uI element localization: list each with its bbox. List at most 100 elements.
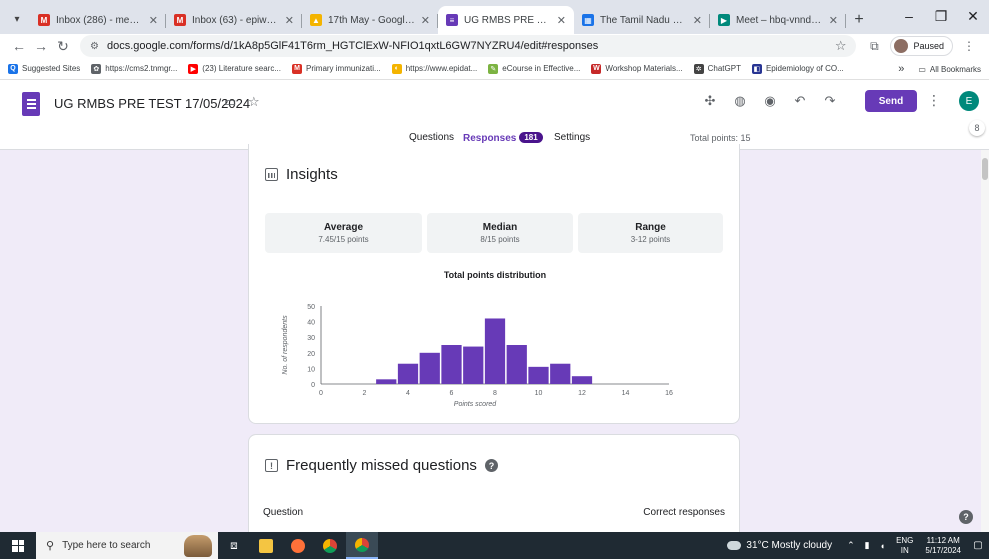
histogram-svg: Total points distribution 0 10 20 30 40 50 0 2 4 6… xyxy=(282,270,673,408)
bookmark-item[interactable]: ✿ https://cms2.tnmgr... xyxy=(91,63,177,74)
bookmark-star-icon[interactable]: ☆ xyxy=(835,38,847,54)
browser-tab[interactable]: M Inbox (286) - meeting@lib ✕ xyxy=(30,6,166,34)
chrome-active-icon[interactable] xyxy=(346,532,378,559)
notifications-icon[interactable]: ▢ xyxy=(967,540,989,551)
back-icon[interactable]: ← xyxy=(8,38,30,54)
volume-icon[interactable]: ◖ xyxy=(880,541,885,551)
y-tick-label: 40 xyxy=(307,320,315,327)
browser-tab[interactable]: M Inbox (63) - epiworkshop ✕ xyxy=(166,6,302,34)
histogram-bar xyxy=(506,345,527,384)
chrome-icon[interactable] xyxy=(314,532,346,559)
microphone-icon[interactable]: ▮ xyxy=(865,540,870,551)
search-highlight-image xyxy=(184,535,212,557)
move-folder-icon[interactable]: ▭ xyxy=(224,94,236,110)
bookmark-icon: ✲ xyxy=(693,63,704,74)
send-button[interactable]: Send xyxy=(865,90,917,112)
bookmark-item[interactable]: W Workshop Materials... xyxy=(591,63,683,74)
addon-puzzle-icon[interactable]: ✣ xyxy=(701,92,719,110)
x-tick-label: 14 xyxy=(622,390,630,397)
new-tab-button[interactable]: + xyxy=(846,6,872,34)
address-bar: ← → ↻ ⚙ docs.google.com/forms/d/1kA8p5Gl… xyxy=(0,34,989,58)
col-question: Question xyxy=(263,507,304,518)
star-icon[interactable]: ☆ xyxy=(248,94,260,110)
restore-icon[interactable]: ❐ xyxy=(925,0,957,32)
site-info-icon[interactable]: ⚙ xyxy=(90,41,99,52)
undo-icon[interactable]: ↶ xyxy=(791,92,809,110)
firefox-icon[interactable] xyxy=(282,532,314,559)
palette-icon[interactable]: ◍ xyxy=(731,92,749,110)
x-tick-label: 8 xyxy=(493,390,497,397)
bookmarks-overflow-icon[interactable]: » xyxy=(898,63,904,75)
minimize-icon[interactable]: – xyxy=(893,0,925,32)
close-tab-icon[interactable]: ✕ xyxy=(829,14,838,27)
bookmark-item[interactable]: ✎ eCourse in Effective... xyxy=(488,63,580,74)
bookmark-item[interactable]: ▶ (23) Literature searc... xyxy=(188,63,281,74)
clock[interactable]: 11:12 AM 5/17/2024 xyxy=(925,536,961,556)
user-avatar[interactable]: E xyxy=(959,91,979,111)
bookmark-label: ChatGPT xyxy=(707,64,741,73)
alert-icon: ! xyxy=(265,459,278,472)
bookmark-item[interactable]: ◧ Epidemiology of CO... xyxy=(751,63,844,74)
language-indicator[interactable]: ENG IN xyxy=(896,536,913,556)
task-view-icon[interactable]: ⧈ xyxy=(218,532,250,559)
taskbar-search[interactable]: ⚲ Type here to search xyxy=(36,532,218,559)
lang-top: ENG xyxy=(896,535,914,545)
browser-tab[interactable]: ▶ Meet – hbq-vnnd-qkv ✕ xyxy=(710,6,846,34)
close-tab-icon[interactable]: ✕ xyxy=(149,14,158,27)
bookmark-item[interactable]: M Primary immunizati... xyxy=(292,63,381,74)
bookmark-item[interactable]: ✲ ChatGPT xyxy=(693,63,741,74)
x-tick-label: 16 xyxy=(665,390,673,397)
forward-icon[interactable]: → xyxy=(30,38,52,54)
browser-menu-icon[interactable]: ⋮ xyxy=(957,39,981,53)
x-tick-label: 2 xyxy=(363,390,367,397)
close-tab-icon[interactable]: ✕ xyxy=(557,14,566,27)
close-tab-icon[interactable]: ✕ xyxy=(693,14,702,27)
page-help-icon[interactable]: ? xyxy=(959,510,973,524)
x-tick-label: 12 xyxy=(578,390,586,397)
all-bookmarks-link[interactable]: All Bookmarks xyxy=(930,65,981,74)
extensions-icon[interactable]: ⧉ xyxy=(862,39,886,54)
forms-logo-icon[interactable] xyxy=(22,92,40,116)
tab-title: 17th May - Google Drive xyxy=(328,14,415,26)
scrollbar-thumb[interactable] xyxy=(982,158,988,180)
x-axis-label: Points scored xyxy=(454,401,498,408)
close-tab-icon[interactable]: ✕ xyxy=(421,14,430,27)
browser-tab[interactable]: ≡ UG RMBS PRE TEST 17/05/ ✕ xyxy=(438,6,574,34)
url-input[interactable]: ⚙ docs.google.com/forms/d/1kA8p5GlF41T6r… xyxy=(80,35,857,57)
y-tick-label: 0 xyxy=(311,382,315,389)
clock-date: 5/17/2024 xyxy=(925,545,961,555)
stat-average: Average 7.45/15 points xyxy=(265,213,422,253)
cloud-icon xyxy=(727,541,742,550)
browser-tab[interactable]: ▦ The Tamil Nadu Dr. M.G.R. ✕ xyxy=(574,6,710,34)
start-button[interactable] xyxy=(0,532,36,559)
bookmark-item[interactable]: ◐ https://www.epidat... xyxy=(391,63,477,74)
x-tick-label: 6 xyxy=(450,390,454,397)
total-points: Total points: 15 xyxy=(690,133,751,143)
histogram-bar xyxy=(528,366,549,384)
window-controls: – ❐ ✕ xyxy=(893,0,989,32)
profile-button[interactable]: Paused xyxy=(890,36,953,56)
help-icon[interactable]: ? xyxy=(484,459,498,472)
lang-bottom: IN xyxy=(900,545,909,555)
windows-logo-icon xyxy=(12,539,24,552)
preview-eye-icon[interactable]: ◉ xyxy=(761,92,779,110)
file-explorer-icon[interactable] xyxy=(250,532,282,559)
redo-icon[interactable]: ↷ xyxy=(821,92,839,110)
close-tab-icon[interactable]: ✕ xyxy=(285,14,294,27)
reload-icon[interactable]: ↻ xyxy=(52,38,74,55)
more-options-icon[interactable]: ⋮ xyxy=(927,92,941,109)
bookmark-icon: Q xyxy=(8,63,18,74)
weather-widget[interactable]: 31°C Mostly cloudy xyxy=(727,540,832,551)
bookmark-icon: ◧ xyxy=(751,63,762,74)
tab-search-icon[interactable]: ▾ xyxy=(4,4,30,34)
stat-median: Median 8/15 points xyxy=(427,213,573,253)
y-tick-label: 20 xyxy=(307,351,315,358)
browser-tab[interactable]: ▲ 17th May - Google Drive ✕ xyxy=(302,6,438,34)
histogram-bar xyxy=(463,346,484,384)
close-window-icon[interactable]: ✕ xyxy=(957,0,989,32)
tray-chevron-icon[interactable]: ⌃ xyxy=(847,540,855,551)
form-title[interactable]: UG RMBS PRE TEST 17/05/2024 xyxy=(54,96,250,111)
insights-chart-icon xyxy=(265,168,278,181)
bookmark-item[interactable]: Q Suggested Sites xyxy=(8,63,80,74)
page-scrollbar[interactable] xyxy=(981,150,989,532)
